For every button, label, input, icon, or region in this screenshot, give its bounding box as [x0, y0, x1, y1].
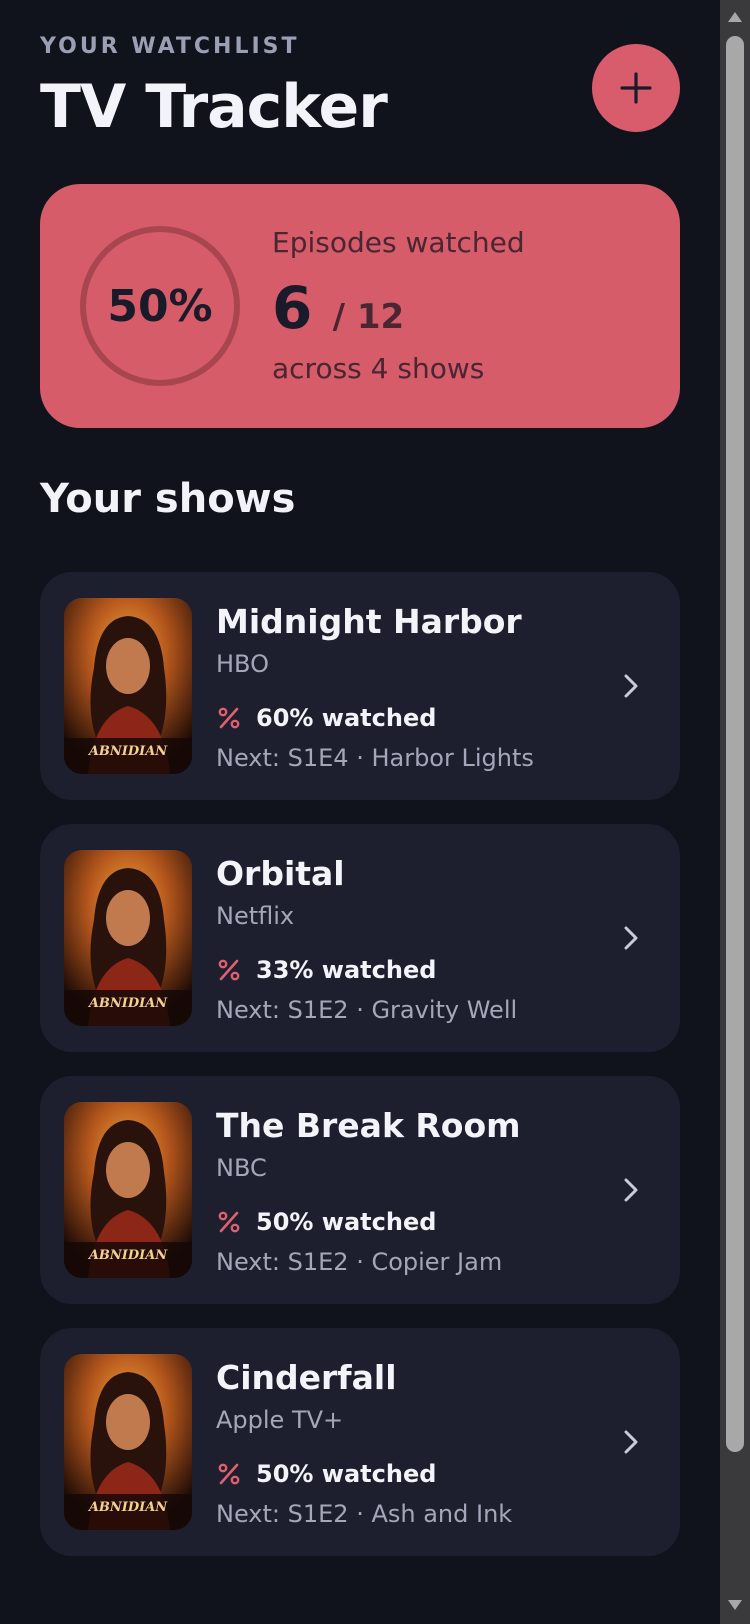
show-card[interactable]: ABNIDIAN The Break Room NBC 50% watched …: [40, 1076, 680, 1304]
chevron-right-icon[interactable]: [620, 672, 642, 700]
next-episode: Next: S1E2 · Gravity Well: [216, 996, 518, 1024]
episodes-total-value: / 12: [332, 297, 405, 337]
percent-icon: [218, 707, 240, 729]
show-poster: ABNIDIAN: [64, 1354, 192, 1530]
show-progress: 60% watched: [216, 704, 436, 732]
page-title: TV Tracker: [40, 72, 388, 142]
show-card[interactable]: ABNIDIAN Orbital Netflix 33% watched Nex…: [40, 824, 680, 1052]
show-title: The Break Room: [216, 1106, 521, 1145]
progress-label: 60% watched: [256, 704, 437, 732]
poster-title: ABNIDIAN: [88, 1500, 168, 1515]
show-card[interactable]: ABNIDIAN Midnight Harbor HBO 60% watched…: [40, 572, 680, 800]
shows-count-label: across 4 shows: [272, 352, 485, 385]
episodes-watched-label: Episodes watched: [272, 226, 525, 259]
section-title: Your shows: [40, 476, 296, 522]
show-title: Cinderfall: [216, 1358, 397, 1397]
episodes-summary-card: 50% Episodes watched 6 / 12 across 4 sho…: [40, 184, 680, 428]
scroll-down-arrow-icon[interactable]: [727, 1598, 743, 1612]
scrollbar-thumb[interactable]: [726, 36, 744, 1452]
show-progress: 50% watched: [216, 1460, 436, 1488]
progress-label: 50% watched: [256, 1460, 437, 1488]
show-network: Apple TV+: [216, 1406, 344, 1434]
chevron-right-icon[interactable]: [620, 1428, 642, 1456]
plus-icon: [620, 72, 652, 104]
show-poster: ABNIDIAN: [64, 1102, 192, 1278]
show-list: ABNIDIAN Midnight Harbor HBO 60% watched…: [40, 572, 680, 1580]
show-progress: 50% watched: [216, 1208, 436, 1236]
episodes-count: 6 / 12: [272, 274, 404, 342]
scrollbar[interactable]: [720, 0, 750, 1624]
percent-icon: [218, 1211, 240, 1233]
poster-title: ABNIDIAN: [88, 996, 168, 1011]
poster-title: ABNIDIAN: [88, 744, 168, 759]
progress-label: 33% watched: [256, 956, 437, 984]
show-title: Orbital: [216, 854, 345, 893]
show-poster: ABNIDIAN: [64, 598, 192, 774]
episodes-watched-value: 6: [272, 274, 313, 342]
watchlist-eyebrow: YOUR WATCHLIST: [40, 34, 300, 59]
show-title: Midnight Harbor: [216, 602, 522, 641]
next-episode: Next: S1E4 · Harbor Lights: [216, 744, 534, 772]
progress-percent: 50%: [107, 280, 213, 332]
show-network: NBC: [216, 1154, 267, 1182]
chevron-right-icon[interactable]: [620, 1176, 642, 1204]
poster-title: ABNIDIAN: [88, 1248, 168, 1263]
show-network: HBO: [216, 650, 269, 678]
show-network: Netflix: [216, 902, 295, 930]
percent-icon: [218, 959, 240, 981]
chevron-right-icon[interactable]: [620, 924, 642, 952]
show-poster: ABNIDIAN: [64, 850, 192, 1026]
next-episode: Next: S1E2 · Copier Jam: [216, 1248, 503, 1276]
show-progress: 33% watched: [216, 956, 436, 984]
app-screen: YOUR WATCHLIST TV Tracker 50% Episodes w…: [0, 0, 720, 1624]
progress-label: 50% watched: [256, 1208, 437, 1236]
show-card[interactable]: ABNIDIAN Cinderfall Apple TV+ 50% watche…: [40, 1328, 680, 1556]
percent-icon: [218, 1463, 240, 1485]
add-show-button[interactable]: [592, 44, 680, 132]
next-episode: Next: S1E2 · Ash and Ink: [216, 1500, 513, 1528]
scroll-up-arrow-icon[interactable]: [727, 10, 743, 24]
